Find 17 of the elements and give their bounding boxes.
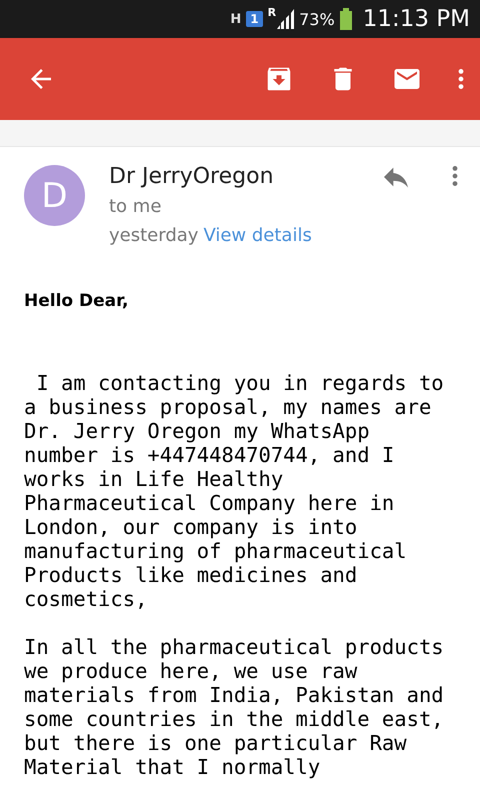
sim-indicator: 1 bbox=[246, 11, 263, 27]
clock: 11:13 PM bbox=[362, 6, 470, 32]
battery-icon bbox=[340, 8, 352, 30]
message-paragraph: In all the pharmaceutical products we produce here, we use raw materials from India, Pakistan and some countries in the middle east, but there is one particular Raw Material that I normally bbox=[24, 635, 445, 779]
more-icon[interactable] bbox=[456, 66, 466, 92]
network-indicator: H bbox=[230, 12, 242, 26]
battery-percentage: 73% bbox=[299, 10, 335, 28]
avatar: D bbox=[24, 165, 85, 226]
view-details-link[interactable]: View details bbox=[203, 221, 312, 251]
sender-name: Dr JerryOregon bbox=[109, 163, 275, 191]
recipient-label: to me bbox=[109, 195, 162, 219]
roaming-indicator: R bbox=[268, 6, 276, 19]
date-label: yesterday bbox=[109, 224, 198, 248]
greeting-text: Hello Dear, bbox=[24, 291, 130, 311]
more-icon[interactable] bbox=[450, 163, 460, 189]
signal-icon bbox=[276, 9, 296, 29]
message-paragraph: I am contacting you in regards to a business proposal, my names are Dr. Jerry Oregon my WhatsApp number is +447448470744, and I works in Life Healthy Pharmaceutical Company here in London, our company is into manufacturing of pharmaceutical Products like medicines and cosmetics, bbox=[24, 371, 445, 611]
